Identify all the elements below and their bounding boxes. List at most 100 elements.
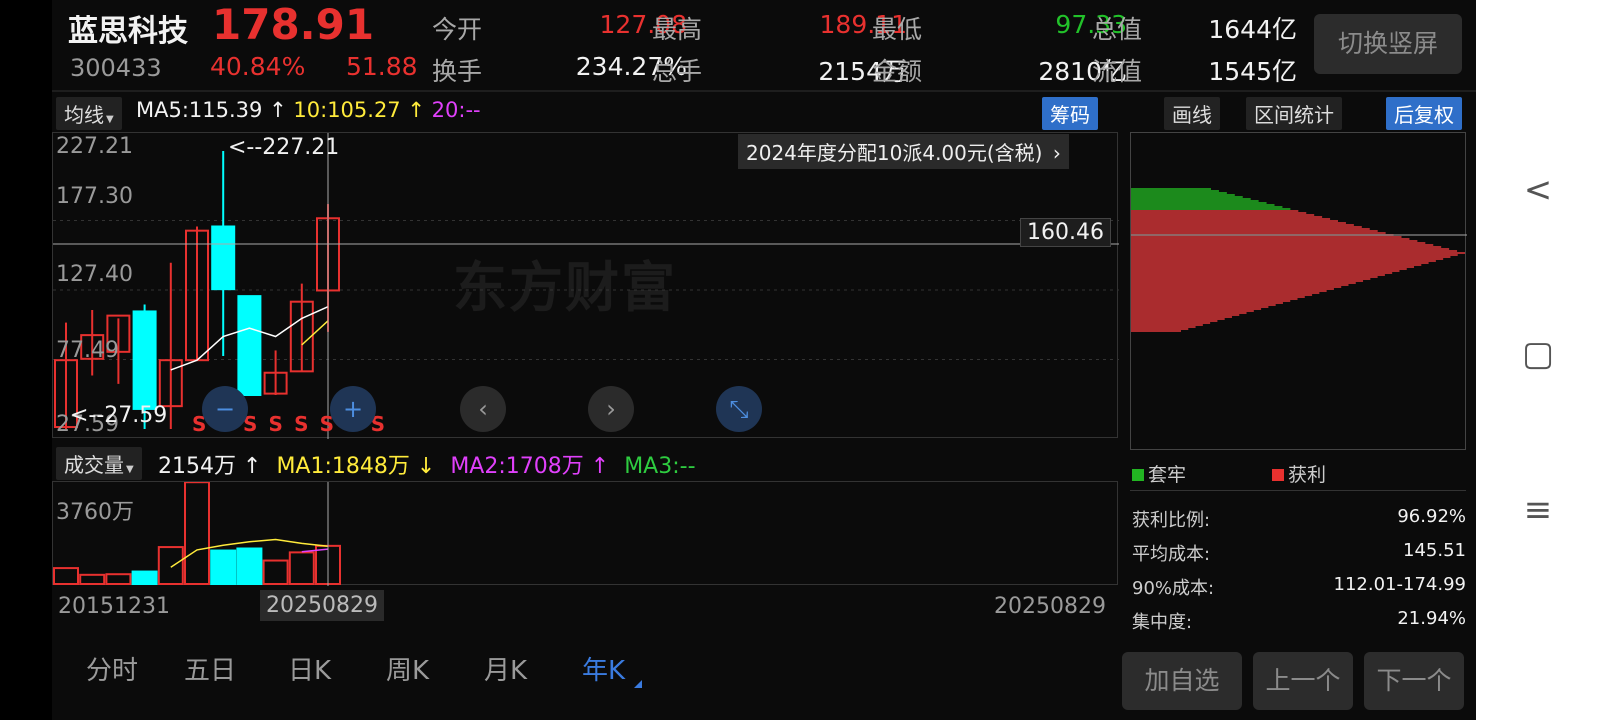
cost90-label: 90%成本:: [1132, 578, 1215, 599]
volume-selector[interactable]: 成交量 ▼: [56, 447, 142, 480]
sell-marker: S: [294, 412, 320, 436]
legend-trapped: 套牢: [1132, 460, 1186, 487]
candle-body: [237, 295, 262, 397]
float-value-label: 流值: [1092, 57, 1143, 86]
concentration-value: 21.94%: [1397, 608, 1466, 629]
max-price-marker: <--227.21: [228, 135, 340, 160]
scroll-right-button[interactable]: ›: [588, 386, 634, 432]
chevron-right-icon: ›: [606, 395, 616, 423]
volume-y-label: 3760万: [56, 500, 134, 525]
ma-selector-label: 均线: [64, 103, 104, 127]
vol-ma1-down-icon: ↓: [416, 454, 436, 479]
chip-svg: [1131, 188, 1467, 332]
candle-body: [211, 225, 236, 291]
ma-legend: MA5:115.39 ↑ 10:105.27 ↑ 20:--: [136, 98, 481, 122]
volume-bar: [53, 567, 79, 585]
volume-bar: [262, 559, 289, 585]
current-price: 178.91: [212, 0, 375, 49]
turnover-label: 换手: [432, 57, 483, 86]
tab-monthly[interactable]: 月K: [484, 650, 527, 687]
menu-icon[interactable]: ≡: [1476, 490, 1600, 530]
profit-ratio-label: 获利比例:: [1132, 510, 1211, 531]
candle-body: [132, 310, 157, 410]
system-nav-bar: < ▢ ≡: [1476, 0, 1600, 720]
chips-button[interactable]: 筹码: [1042, 97, 1098, 130]
home-icon[interactable]: ▢: [1476, 334, 1600, 374]
volume-selector-label: 成交量: [64, 453, 124, 477]
legend-profit: 获利: [1272, 460, 1326, 487]
plus-icon: +: [342, 395, 364, 423]
stock-name: 蓝思科技: [68, 14, 188, 49]
y-label-1: 227.21: [56, 134, 133, 159]
minus-icon: −: [214, 395, 236, 423]
total-value: 1644亿: [1208, 15, 1297, 44]
volume-bar: [157, 546, 184, 585]
y-label-3: 127.40: [56, 262, 133, 287]
legend-profit-swatch: [1272, 469, 1284, 481]
chevron-right-icon: ›: [1052, 141, 1061, 165]
back-icon[interactable]: <: [1476, 170, 1600, 210]
high-label: 最高: [652, 15, 703, 44]
change-amount: 51.88: [346, 52, 418, 81]
ma5-up-icon: ↑: [269, 98, 287, 122]
float-value: 1545亿: [1208, 57, 1297, 86]
min-price-marker: <--27.59: [70, 403, 168, 428]
scroll-left-button[interactable]: ‹: [460, 386, 506, 432]
volume-bar: [79, 573, 106, 585]
interval-stats-button[interactable]: 区间统计: [1246, 97, 1342, 130]
volume-legend: 2154万 ↑ MA1:1848万 ↓ MA2:1708万 ↑ MA3:--: [158, 448, 696, 480]
dividend-banner[interactable]: 2024年度分配10派4.00元(含税) ›: [738, 134, 1069, 169]
cost90-value: 112.01-174.99: [1333, 574, 1466, 595]
compress-icon: ⤡: [729, 395, 749, 423]
total-value-label: 总值: [1092, 15, 1143, 44]
vol-ma2-label: MA2:1708万: [450, 454, 584, 479]
tab-five-day[interactable]: 五日: [184, 650, 236, 687]
crosshair-price-label: 160.46: [1020, 218, 1111, 247]
start-date: 20151231: [58, 594, 170, 619]
low-label: 最低: [872, 15, 923, 44]
y-label-4: 77.49: [56, 338, 119, 363]
volume-svg: [53, 482, 341, 586]
volume-bar: [131, 570, 158, 585]
open-label: 今开: [432, 15, 483, 44]
adjust-button[interactable]: 后复权: [1386, 97, 1462, 130]
dropdown-icon: ▼: [106, 114, 114, 125]
draw-line-button[interactable]: 画线: [1164, 97, 1220, 130]
chevron-left-icon: ‹: [478, 395, 488, 423]
stock-code: 300433: [70, 54, 162, 82]
tab-intraday[interactable]: 分时: [86, 650, 138, 687]
volume-up-icon: ↑: [243, 454, 262, 479]
end-date: 20250829: [994, 594, 1106, 619]
sell-marker: S: [268, 412, 295, 436]
legend-profit-label: 获利: [1288, 464, 1327, 486]
ma10-label: 10:105.27: [293, 98, 401, 122]
volume-bar: [210, 549, 237, 585]
ma-selector[interactable]: 均线 ▼: [56, 97, 122, 130]
chip-distribution-chart: [1130, 132, 1467, 450]
zoom-out-button[interactable]: −: [202, 386, 248, 432]
dividend-text: 2024年度分配10派4.00元(含税): [746, 141, 1043, 165]
volume-bar: [288, 551, 315, 585]
tab-weekly[interactable]: 周K: [386, 650, 429, 687]
zoom-in-button[interactable]: +: [330, 386, 376, 432]
add-watchlist-button[interactable]: 加自选: [1122, 652, 1242, 710]
toggle-portrait-button[interactable]: 切换竖屏: [1314, 14, 1462, 74]
next-stock-button[interactable]: 下一个: [1364, 652, 1464, 710]
prev-stock-button[interactable]: 上一个: [1253, 652, 1353, 710]
legend-trapped-label: 套牢: [1148, 464, 1187, 486]
volume-label: 总手: [652, 57, 703, 86]
legend-trapped-swatch: [1132, 469, 1144, 481]
volume-chart-area[interactable]: [52, 481, 1118, 586]
tab-daily[interactable]: 日K: [288, 650, 331, 687]
tab-dropdown-icon: [634, 680, 642, 688]
vol-ma2-up-icon: ↑: [590, 454, 610, 479]
tab-yearly[interactable]: 年K: [582, 650, 625, 687]
vol-ma1-label: MA1:1848万: [276, 454, 410, 479]
profit-ratio-value: 96.92%: [1397, 506, 1466, 527]
fullscreen-button[interactable]: ⤡: [716, 386, 762, 432]
ma10-up-icon: ↑: [407, 98, 425, 122]
volume-bar: [184, 482, 210, 585]
change-percent: 40.84%: [210, 52, 306, 81]
stats-divider: [1130, 490, 1466, 491]
volume-bar: [105, 573, 132, 585]
